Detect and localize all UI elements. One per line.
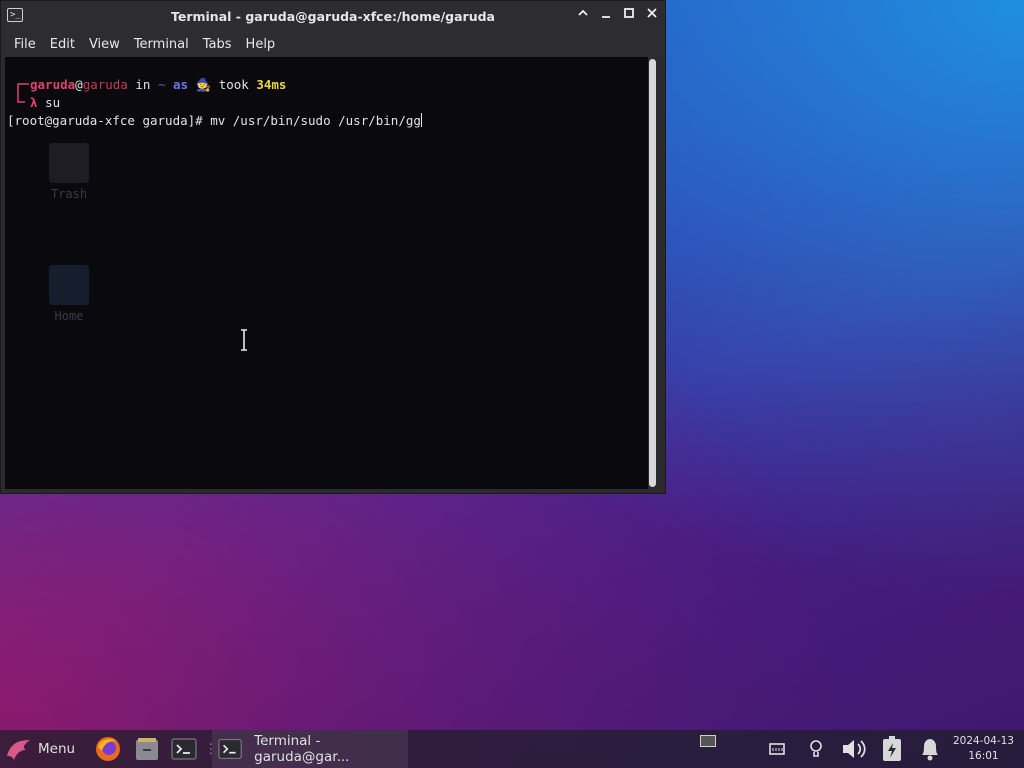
menu-bar: File Edit View Terminal Tabs Help [1, 31, 665, 57]
scrollbar-thumb[interactable] [649, 59, 656, 487]
task-terminal-window[interactable]: Terminal - garuda@gar... [212, 730, 408, 768]
menu-tabs[interactable]: Tabs [203, 37, 232, 52]
desktop-icon-label: Home [54, 309, 84, 323]
volume-tray[interactable] [840, 730, 870, 768]
menu-view[interactable]: View [89, 37, 120, 52]
firefox-icon [96, 737, 120, 761]
workspace-switcher[interactable] [700, 722, 716, 760]
maximize-button[interactable] [620, 7, 638, 25]
clock-time: 16:01 [968, 750, 999, 762]
garuda-eagle-icon [7, 740, 30, 760]
maximize-icon [624, 8, 634, 18]
task-label: Terminal - garuda@gar... [254, 733, 350, 765]
notifications-tray[interactable] [916, 730, 944, 768]
location-tray[interactable] [808, 730, 824, 768]
shade-button[interactable] [574, 7, 592, 25]
battery-charging-icon [883, 736, 901, 761]
menu-terminal[interactable]: Terminal [134, 37, 189, 52]
firefox-launcher[interactable] [94, 730, 122, 768]
ethernet-icon [769, 743, 785, 755]
root-command-line: [root@garuda-xfce garuda]# mv /usr/bin/s… [7, 113, 422, 128]
prompt-bracket-icon [17, 83, 29, 103]
lambda-prompt: λ [30, 95, 38, 110]
terminal-launcher[interactable] [171, 730, 197, 768]
menu-button[interactable]: Menu [4, 730, 75, 768]
clock-date: 2024-04-13 [952, 735, 1014, 747]
power-tray[interactable] [880, 730, 904, 768]
close-button[interactable] [643, 7, 661, 25]
menu-file[interactable]: File [14, 37, 36, 52]
bell-icon [922, 739, 938, 761]
desktop-icon-trash[interactable]: Trash [29, 143, 109, 201]
menu-edit[interactable]: Edit [50, 37, 75, 52]
prompt-at: @ [75, 77, 83, 92]
menu-help[interactable]: Help [246, 37, 276, 52]
prompt-host: garuda [82, 77, 128, 92]
terminal-scrollbar[interactable] [648, 57, 658, 489]
terminal-icon [218, 739, 242, 759]
prompt-user: garuda [30, 77, 76, 92]
desktop-icon-home[interactable]: Home [29, 265, 109, 323]
prompt-in: in [127, 77, 158, 92]
window-title: Terminal - garuda@garuda-xfce:/home/garu… [170, 9, 495, 24]
desktop-icon-label: Trash [50, 187, 88, 201]
command-su: su [45, 95, 61, 110]
wizard-icon: 🧙 [195, 77, 212, 92]
network-tray[interactable] [768, 730, 786, 768]
window-titlebar[interactable]: >_ Terminal - garuda@garuda-xfce:/home/g… [1, 1, 665, 31]
prompt-took: took [211, 77, 257, 92]
home-folder-icon [49, 265, 89, 305]
root-command: [root@garuda-xfce garuda]# mv /usr/bin/s… [7, 113, 421, 128]
prompt-line: garuda@garuda in ~ as 🧙 took 34ms [30, 77, 286, 93]
terminal-icon [171, 738, 197, 760]
taskbar: Menu ⋮ Terminal - garuda@gar... 2024-04-… [0, 730, 1024, 768]
lightbulb-icon [810, 740, 822, 757]
prompt-as: as [165, 77, 196, 92]
minimize-icon [602, 16, 610, 18]
command-line-su: λ su [30, 95, 60, 110]
close-icon [647, 8, 657, 18]
prompt-time: 34ms [256, 77, 287, 92]
minimize-button[interactable] [597, 7, 615, 25]
file-manager-launcher[interactable] [133, 730, 161, 768]
clock[interactable]: 2024-04-13 16:01 [953, 734, 1014, 764]
workspace-icon [700, 735, 716, 747]
chevron-up-icon [578, 9, 588, 16]
file-cabinet-icon [136, 738, 158, 760]
terminal-output[interactable]: Trash Home garuda@garuda in ~ as 🧙 took … [5, 57, 648, 489]
trash-icon [49, 143, 89, 183]
menu-label: Menu [38, 741, 76, 757]
ibeam-cursor-icon [241, 329, 247, 351]
speaker-icon [843, 740, 866, 758]
text-cursor [420, 113, 422, 127]
